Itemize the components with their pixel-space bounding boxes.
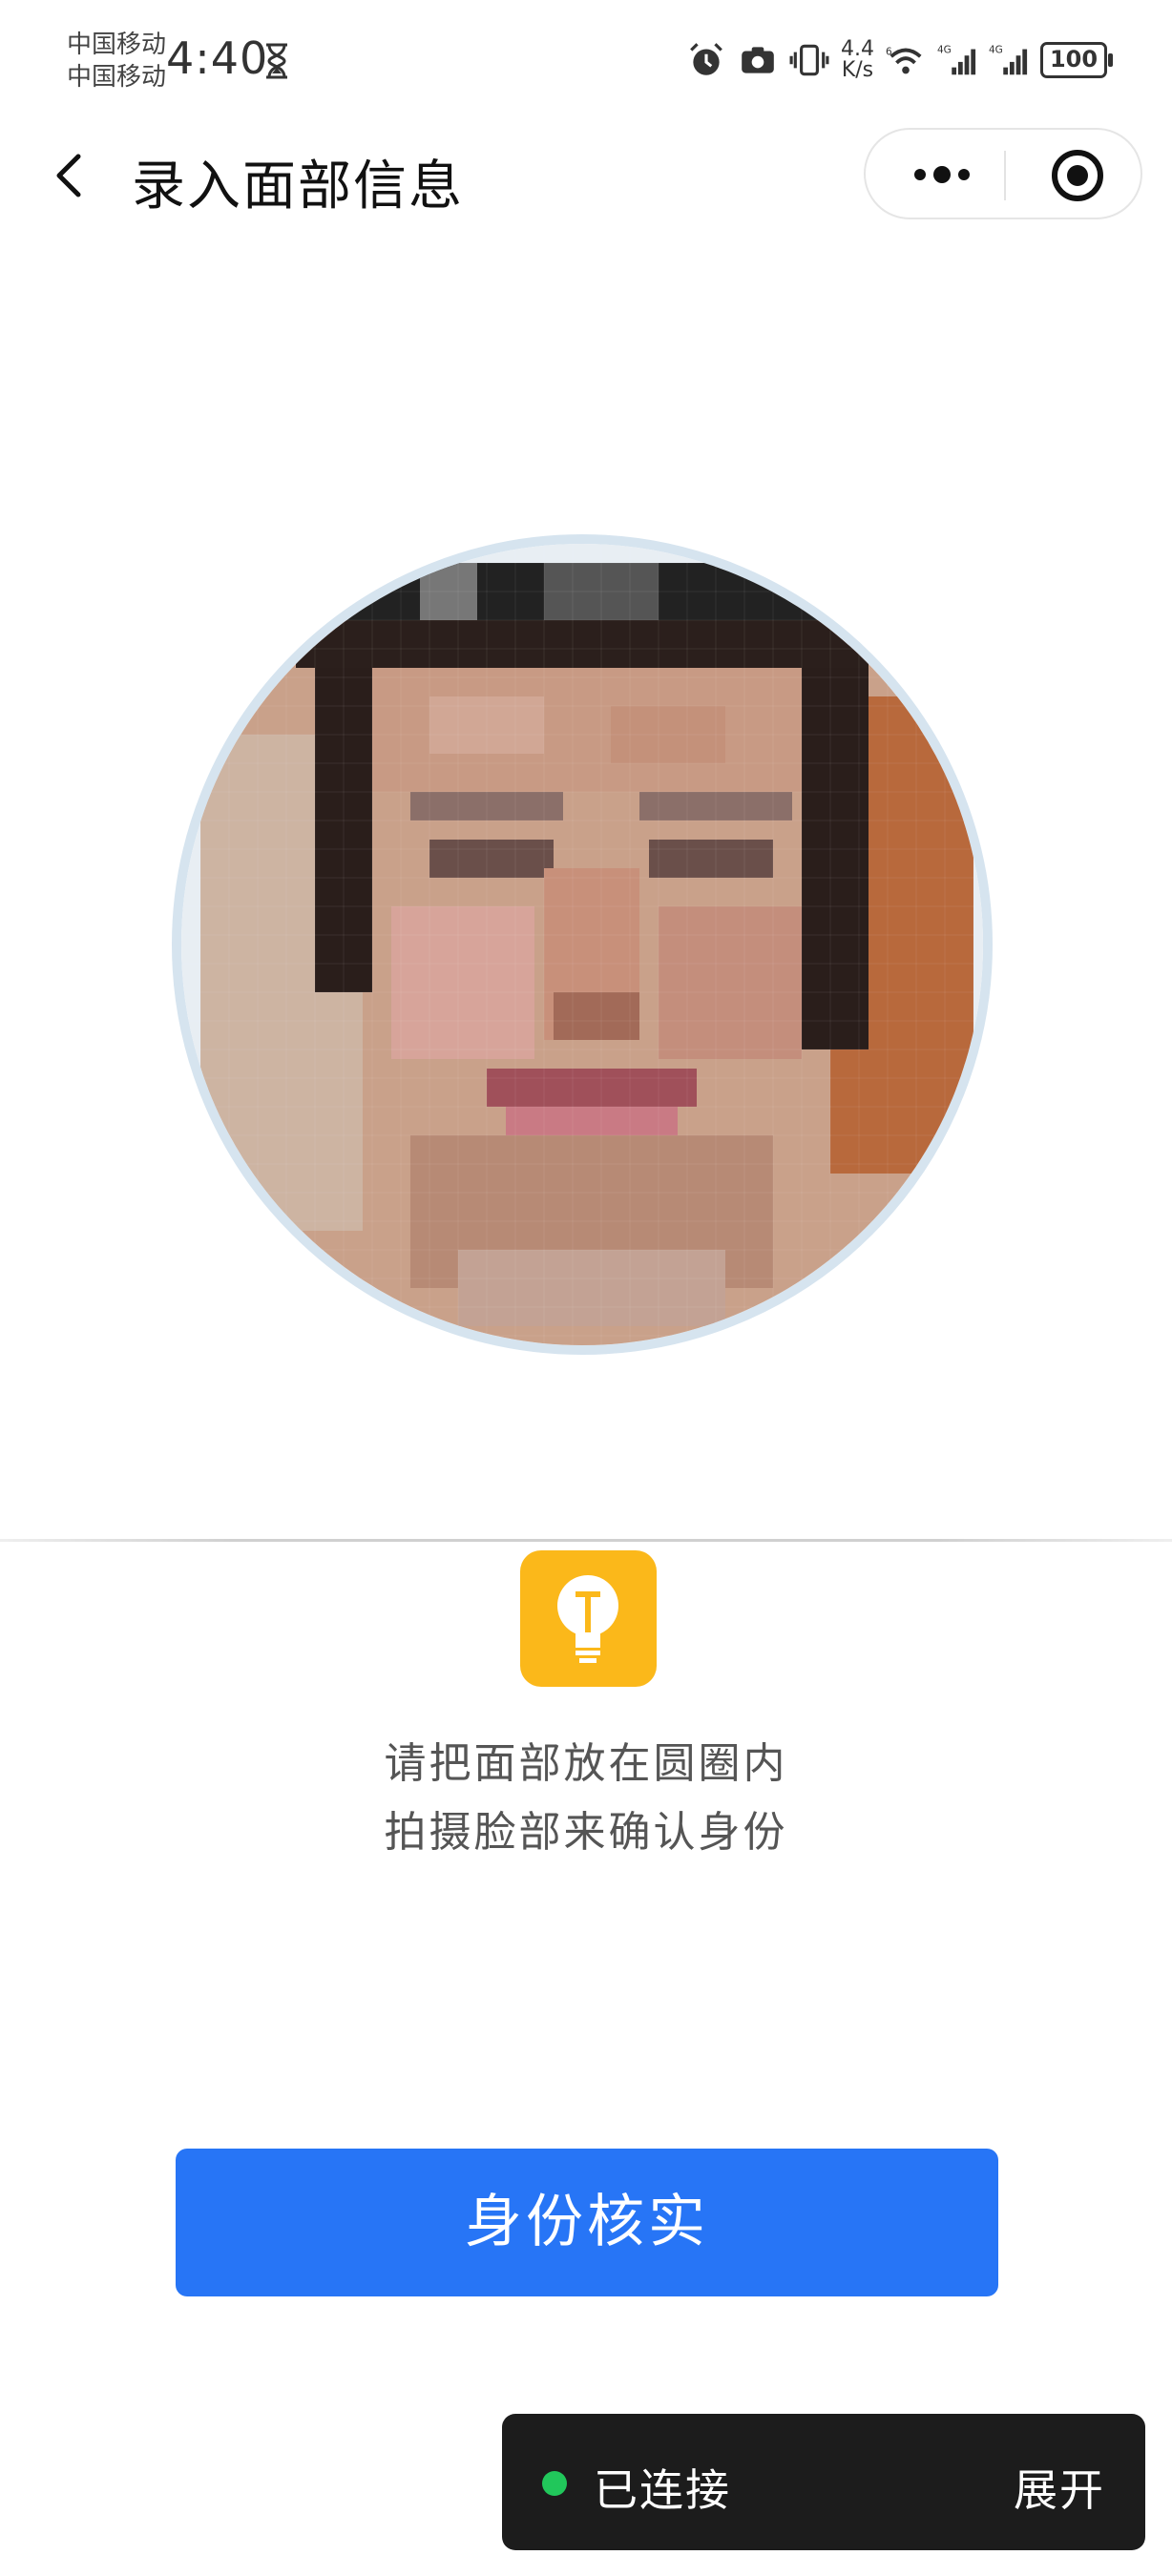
hourglass-icon <box>266 43 287 79</box>
wifi-icon: 6 <box>886 46 922 74</box>
carrier-2: 中国移动 <box>67 63 167 92</box>
face-capture-area <box>143 506 1021 1383</box>
camera-icon <box>742 47 774 73</box>
alarm-icon <box>690 43 722 75</box>
section-divider <box>0 1539 1172 1542</box>
clock: 4:40 <box>166 32 269 84</box>
connection-status-bar: 已连接 展开 <box>502 2414 1145 2550</box>
cellular-signal-1-icon: 4G <box>937 44 976 75</box>
pixelated-face-preview <box>181 544 983 1345</box>
nav-bar: 录入面部信息 <box>0 124 1172 229</box>
signal-2-label: 4G <box>989 44 1003 55</box>
network-speed: 4.4 K/s <box>841 39 874 81</box>
status-icons: 4.4 K/s 6 4G 4G 100 <box>686 36 1113 84</box>
verify-identity-button[interactable]: 身份核实 <box>176 2149 998 2296</box>
back-arrow-icon[interactable] <box>46 147 94 204</box>
instruction-line-2: 拍摄脸部来确认身份 <box>384 1808 788 1857</box>
lightbulb-icon <box>520 1550 657 1687</box>
carrier-1: 中国移动 <box>67 31 167 59</box>
carrier-names: 中国移动 中国移动 <box>67 29 166 93</box>
network-speed-value: 4.4 <box>841 37 874 61</box>
network-speed-unit: K/s <box>841 58 874 82</box>
cellular-signal-2-icon: 4G <box>989 44 1028 75</box>
connection-status-text: 已连接 <box>594 2464 731 2516</box>
more-options-icon[interactable] <box>909 153 975 197</box>
connected-dot-icon <box>542 2471 567 2496</box>
battery-indicator: 100 <box>1040 42 1113 78</box>
vibrate-icon <box>789 44 829 76</box>
page-title: 录入面部信息 <box>132 156 464 218</box>
mini-program-capsule <box>864 128 1142 219</box>
capsule-divider <box>1004 151 1006 200</box>
close-mini-program-icon[interactable] <box>1049 147 1106 204</box>
expand-button[interactable]: 展开 <box>1014 2456 1105 2519</box>
instruction-line-1: 请把面部放在圆圈内 <box>384 1739 788 1788</box>
signal-1-label: 4G <box>937 44 952 55</box>
status-bar: 中国移动 中国移动 4:40 4.4 K/s 6 4G 4G 100 <box>0 0 1172 124</box>
